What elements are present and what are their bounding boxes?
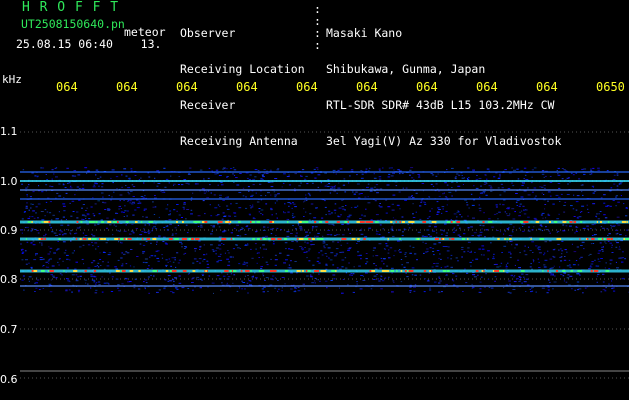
filename: UT2508150640.pn — [21, 17, 125, 31]
y-unit-label: kHz — [2, 73, 22, 86]
y-grid-lines — [20, 131, 629, 379]
time-tick-10: 0650 — [596, 80, 625, 94]
y-tick-0.6: 0.6 — [0, 373, 18, 386]
header-colons: : : : : — [314, 2, 321, 52]
time-tick-2: 064 — [116, 80, 138, 94]
observer-value: Masaki Kano — [326, 26, 403, 40]
time-tick-7: 064 — [416, 80, 438, 94]
time-tick-1: 064 — [56, 80, 78, 94]
location-label: Receiving Location — [180, 62, 305, 76]
signal-traces — [20, 171, 629, 287]
spectrogram — [20, 131, 629, 379]
datetime-value: 25.08.15 06:40 — [16, 37, 113, 51]
time-tick-4: 064 — [236, 80, 258, 94]
time-tick-6: 064 — [356, 80, 378, 94]
time-tick-9: 064 — [536, 80, 558, 94]
y-tick-0.9: 0.9 — [0, 224, 18, 237]
y-tick-1.1: 1.1 — [0, 125, 18, 138]
y-tick-1.0: 1.0 — [0, 175, 18, 188]
meteor-count: 13. — [140, 37, 162, 51]
time-tick-5: 064 — [296, 80, 318, 94]
datetime: 25.08.15 06:40 13. — [16, 38, 161, 50]
hrofft-logo: H R O F F T — [22, 0, 120, 15]
time-tick-3: 064 — [176, 80, 198, 94]
location-value: Shibukawa, Gunma, Japan — [326, 62, 486, 76]
y-tick-0.8: 0.8 — [0, 273, 18, 286]
y-tick-0.7: 0.7 — [0, 323, 18, 336]
observer-label: Observer — [180, 26, 236, 40]
time-tick-8: 064 — [476, 80, 498, 94]
